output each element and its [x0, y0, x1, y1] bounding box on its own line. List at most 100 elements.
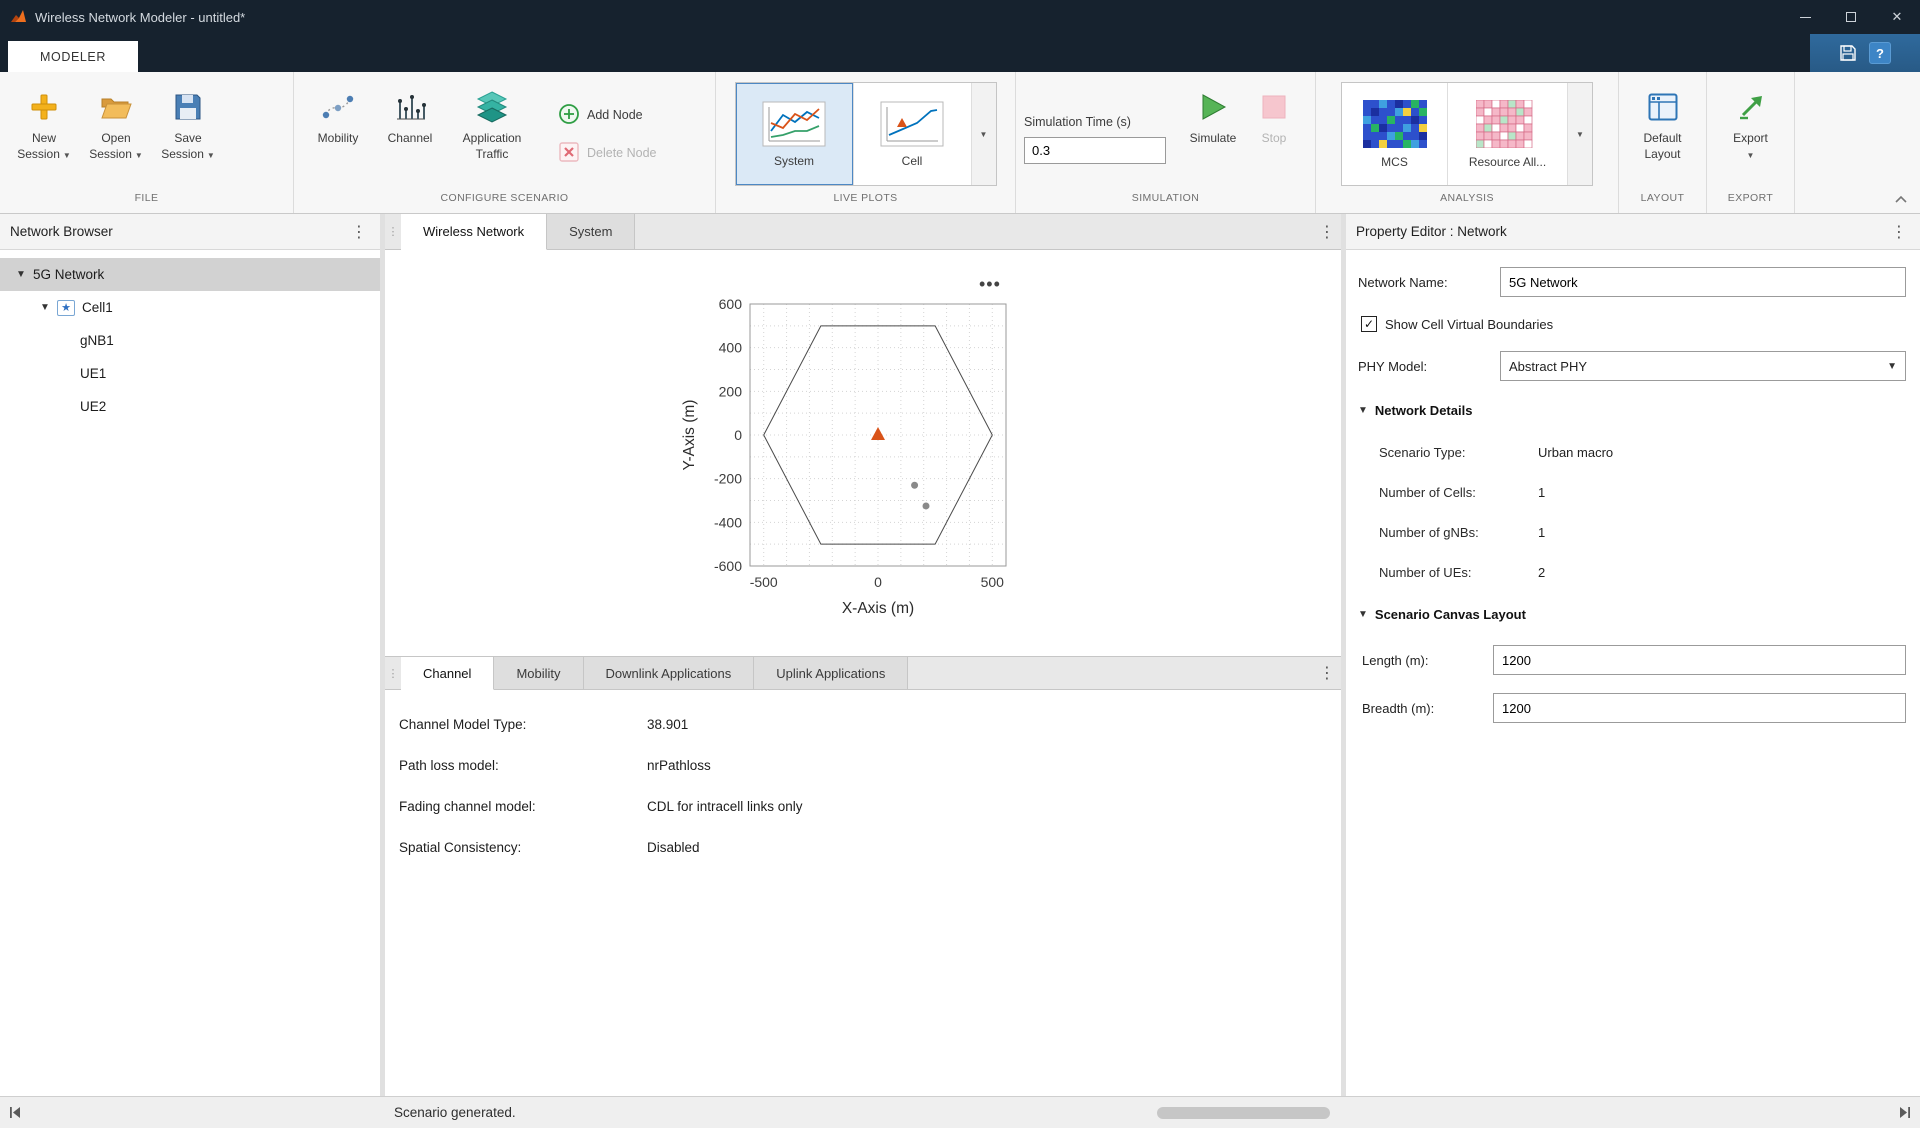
- collapse-arrow-icon[interactable]: ▼: [40, 302, 50, 313]
- section-label-export: EXPORT: [1707, 192, 1794, 213]
- breadth-input[interactable]: [1493, 693, 1906, 723]
- mcs-icon: [1363, 100, 1427, 151]
- button-label: ApplicationTraffic: [463, 131, 522, 162]
- channel-button[interactable]: Channel: [374, 80, 446, 188]
- tab-mobility[interactable]: Mobility: [494, 657, 583, 689]
- simulate-button[interactable]: Simulate: [1180, 80, 1246, 188]
- analysis-dropdown-button[interactable]: ▼: [1568, 83, 1592, 185]
- panel-title: Property Editor : Network: [1356, 224, 1507, 239]
- tab-system[interactable]: System: [547, 214, 635, 249]
- analysis-gallery: MCS Resource All... ▼: [1341, 82, 1593, 186]
- network-details-section-header[interactable]: ▼ Network Details: [1346, 388, 1920, 432]
- button-label: Mobility: [318, 131, 359, 147]
- simulate-play-icon: [1198, 88, 1228, 126]
- resource-allocation-icon: [1476, 100, 1539, 151]
- tree-item-ue2[interactable]: UE2: [0, 390, 380, 423]
- tab-label: System: [569, 224, 612, 239]
- ribbon-section-analysis: MCS Resource All... ▼ ANALYSIS: [1316, 72, 1619, 213]
- panel-grip-icon[interactable]: ⋮: [385, 214, 401, 249]
- panel-grip-icon[interactable]: ⋮: [385, 657, 401, 689]
- close-button[interactable]: ✕: [1874, 0, 1920, 34]
- tree-item-5g-network[interactable]: ▼ 5G Network: [0, 258, 380, 291]
- tree-item-gnb1[interactable]: gNB1: [0, 324, 380, 357]
- length-row: Length (m):: [1346, 636, 1920, 684]
- sub-panel-menu-icon[interactable]: ⋮: [1319, 657, 1341, 689]
- status-message: Scenario generated.: [394, 1105, 516, 1120]
- panel-menu-icon[interactable]: ⋮: [1888, 222, 1910, 242]
- simulation-time-input[interactable]: [1024, 137, 1166, 164]
- tab-modeler[interactable]: MODELER: [8, 41, 138, 72]
- collapse-left-panel-icon[interactable]: [8, 1106, 24, 1122]
- tree-item-cell1[interactable]: ▼ ★ Cell1: [0, 291, 380, 324]
- network-name-row: Network Name:: [1346, 260, 1920, 304]
- network-name-input[interactable]: [1500, 267, 1906, 297]
- delete-node-button[interactable]: Delete Node: [552, 136, 663, 170]
- add-node-button[interactable]: Add Node: [552, 98, 663, 132]
- resource-allocation-button[interactable]: Resource All...: [1448, 83, 1568, 185]
- minimize-button[interactable]: [1782, 0, 1828, 34]
- stop-button[interactable]: Stop: [1246, 80, 1302, 188]
- mobility-button[interactable]: Mobility: [302, 80, 374, 188]
- tab-downlink-applications[interactable]: Downlink Applications: [584, 657, 755, 689]
- save-session-button[interactable]: SaveSession▼: [152, 80, 224, 188]
- mcs-button[interactable]: MCS: [1342, 83, 1448, 185]
- detail-value: 2: [1538, 565, 1545, 580]
- live-plots-dropdown-button[interactable]: ▼: [972, 83, 996, 185]
- add-node-icon: [558, 103, 580, 128]
- property-value: nrPathloss: [647, 758, 711, 773]
- phy-model-select[interactable]: Abstract PHY ▼: [1500, 351, 1906, 381]
- property-row: Channel Model Type: 38.901: [385, 704, 1341, 745]
- property-editor-body: Network Name: ✓ Show Cell Virtual Bounda…: [1346, 250, 1920, 1096]
- export-button[interactable]: Export▼: [1716, 80, 1786, 188]
- show-boundaries-checkbox[interactable]: ✓: [1361, 316, 1377, 332]
- tree-item-ue1[interactable]: UE1: [0, 357, 380, 390]
- tab-channel[interactable]: Channel: [401, 657, 494, 690]
- horizontal-scrollbar[interactable]: [1157, 1107, 1330, 1119]
- detail-label: Number of UEs:: [1379, 565, 1538, 580]
- tree-item-label: gNB1: [80, 333, 114, 348]
- scenario-canvas-layout-section-header[interactable]: ▼ Scenario Canvas Layout: [1346, 592, 1920, 636]
- system-plot-button[interactable]: System: [736, 83, 854, 185]
- ribbon-section-layout: DefaultLayout LAYOUT: [1619, 72, 1707, 213]
- tree-item-label: UE2: [80, 399, 106, 414]
- svg-text:0: 0: [734, 427, 742, 443]
- channel-properties: Channel Model Type: 38.901 Path loss mod…: [385, 690, 1341, 1096]
- tab-uplink-applications[interactable]: Uplink Applications: [754, 657, 908, 689]
- maximize-button[interactable]: [1828, 0, 1874, 34]
- help-icon[interactable]: ?: [1869, 42, 1891, 64]
- application-traffic-button[interactable]: ApplicationTraffic: [446, 80, 538, 188]
- new-session-button[interactable]: NewSession▼: [8, 80, 80, 188]
- length-input[interactable]: [1493, 645, 1906, 675]
- live-plots-gallery: System Cell: [735, 82, 997, 186]
- tab-label: Wireless Network: [423, 224, 524, 239]
- network-browser-panel: Network Browser ⋮ ▼ 5G Network ▼ ★ Cell1…: [0, 214, 380, 1096]
- panel-menu-icon[interactable]: ⋮: [348, 222, 370, 242]
- svg-text:X-Axis (m): X-Axis (m): [842, 600, 914, 617]
- matlab-logo-icon: [10, 9, 27, 25]
- gallery-tile-label: Cell: [902, 154, 923, 168]
- breadth-row: Breadth (m):: [1346, 684, 1920, 732]
- button-label: DefaultLayout: [1643, 131, 1681, 162]
- gallery-tile-label: MCS: [1381, 155, 1408, 169]
- svg-text:Y-Axis (m): Y-Axis (m): [681, 400, 698, 471]
- window-controls: ✕: [1782, 0, 1920, 34]
- ribbon-section-live-plots: System Cell: [716, 72, 1016, 213]
- default-layout-button[interactable]: DefaultLayout: [1627, 80, 1699, 188]
- collapse-right-panel-icon[interactable]: [1896, 1106, 1912, 1122]
- section-label-simulation: SIMULATION: [1016, 192, 1315, 213]
- open-session-button[interactable]: OpenSession▼: [80, 80, 152, 188]
- collapse-arrow-icon[interactable]: ▼: [16, 269, 26, 280]
- button-label: SaveSession▼: [161, 131, 215, 162]
- gallery-tile-label: Resource All...: [1469, 155, 1546, 169]
- field-label: Length (m):: [1362, 653, 1493, 668]
- quick-save-icon[interactable]: [1839, 44, 1857, 62]
- collapse-ribbon-icon[interactable]: [1894, 192, 1908, 207]
- section-label-configure-scenario: CONFIGURE SCENARIO: [294, 192, 715, 213]
- section-label-analysis: ANALYSIS: [1316, 192, 1618, 213]
- cell-plot-button[interactable]: Cell: [854, 83, 972, 185]
- section-label-live-plots: LIVE PLOTS: [716, 192, 1015, 213]
- document-menu-icon[interactable]: ⋮: [1319, 214, 1341, 249]
- property-value: 38.901: [647, 717, 688, 732]
- network-plot[interactable]: -50005006004002000-200-400-600X-Axis (m)…: [666, 290, 1086, 640]
- tab-wireless-network[interactable]: Wireless Network: [401, 214, 547, 250]
